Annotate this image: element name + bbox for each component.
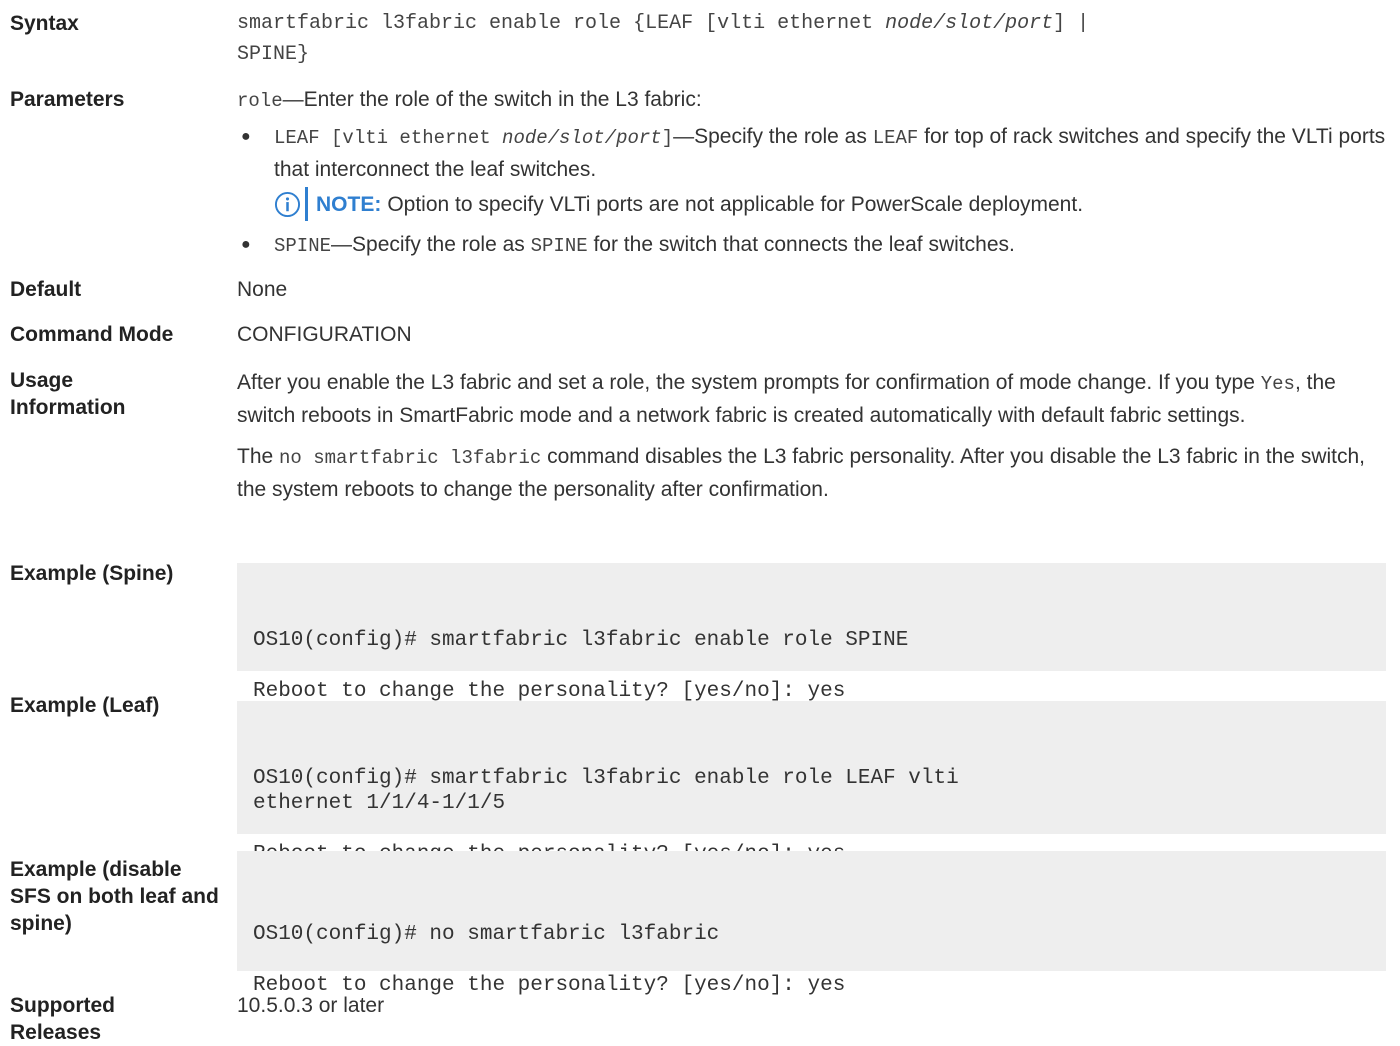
supported-releases-value: 10.5.0.3 or later: [237, 994, 385, 1017]
info-circle-icon: [274, 191, 301, 217]
code-line: OS10(config)# smartfabric l3fabric enabl…: [253, 629, 909, 652]
usage-paragraph-2: The no smartfabric l3fabric command disa…: [237, 441, 1386, 505]
note-label: NOTE:: [316, 192, 382, 216]
bullet-dot-icon: ●: [241, 236, 251, 253]
example-spine-label: Example (Spine): [10, 562, 174, 585]
usage-label: Usage Information: [10, 369, 126, 419]
parameters-intro-text: —Enter the role of the switch in the L3 …: [282, 88, 702, 111]
leaf-mono-prefix: LEAF [vlti ethernet: [274, 127, 503, 149]
spine-mono-prefix: SPINE: [274, 235, 332, 257]
example-disable-label: Example (disable SFS on both leaf and sp…: [10, 858, 219, 935]
usage-p2-mono: no smartfabric l3fabric: [279, 447, 542, 469]
example-spine-code: OS10(config)# smartfabric l3fabric enabl…: [237, 563, 1386, 703]
parameter-spine-item: ● SPINE—Specify the role as SPINE for th…: [237, 229, 1386, 262]
example-leaf-label: Example (Leaf): [10, 694, 160, 717]
bullet-dot-icon: ●: [241, 128, 251, 145]
default-label: Default: [10, 278, 82, 301]
syntax-text-line2: SPINE}: [237, 43, 310, 66]
default-value: None: [237, 278, 288, 301]
parameters-content: role—Enter the role of the switch in the…: [237, 84, 1386, 262]
parameters-intro-mono: role: [237, 90, 283, 112]
example-disable-code: OS10(config)# no smartfabric l3fabric Reb…: [237, 851, 1386, 997]
syntax-text-part2: ] |: [1053, 12, 1090, 35]
parameters-intro: role—Enter the role of the switch in the…: [237, 84, 1386, 117]
usage-paragraph-1: After you enable the L3 fabric and set a…: [237, 367, 1386, 431]
spine-text-c: for the switch that connects the leaf sw…: [587, 233, 1015, 256]
leaf-mono-b: LEAF: [872, 127, 919, 149]
note-divider: [305, 187, 308, 221]
usage-p1-a: After you enable the L3 fabric and set a…: [237, 371, 1261, 394]
usage-content: After you enable the L3 fabric and set a…: [237, 367, 1386, 515]
syntax-value: smartfabric l3fabric enable role {LEAF […: [237, 8, 1386, 70]
syntax-text-part1: smartfabric l3fabric enable role {LEAF […: [237, 12, 886, 35]
example-leaf-code: OS10(config)# smartfabric l3fabric enabl…: [237, 701, 1386, 866]
usage-p2-a: The: [237, 445, 280, 468]
command-mode-label: Command Mode: [10, 323, 174, 346]
syntax-label: Syntax: [10, 12, 79, 35]
spine-mono-b: SPINE: [530, 235, 588, 257]
leaf-mono-suffix: ]: [661, 127, 674, 149]
spine-text-a: —Specify the role as: [331, 233, 531, 256]
code-line: OS10(config)# no smartfabric l3fabric: [253, 923, 720, 946]
code-line: ethernet 1/1/4-1/1/5: [253, 792, 506, 815]
note-box: NOTE: Option to specify VLTi ports are n…: [274, 187, 1386, 221]
leaf-mono-italic: node/slot/port: [502, 127, 662, 149]
syntax-text-italic: node/slot/port: [885, 12, 1054, 35]
supported-releases-label: Supported Releases: [10, 994, 115, 1044]
parameters-label: Parameters: [10, 88, 125, 111]
parameter-leaf-item: ● LEAF [vlti ethernet node/slot/port]—Sp…: [237, 121, 1386, 185]
command-mode-value: CONFIGURATION: [237, 323, 412, 346]
usage-p1-mono: Yes: [1260, 373, 1295, 395]
code-line: OS10(config)# smartfabric l3fabric enabl…: [253, 767, 959, 790]
leaf-text-a: —Specify the role as: [673, 125, 873, 148]
note-text: Option to specify VLTi ports are not app…: [387, 192, 1084, 216]
